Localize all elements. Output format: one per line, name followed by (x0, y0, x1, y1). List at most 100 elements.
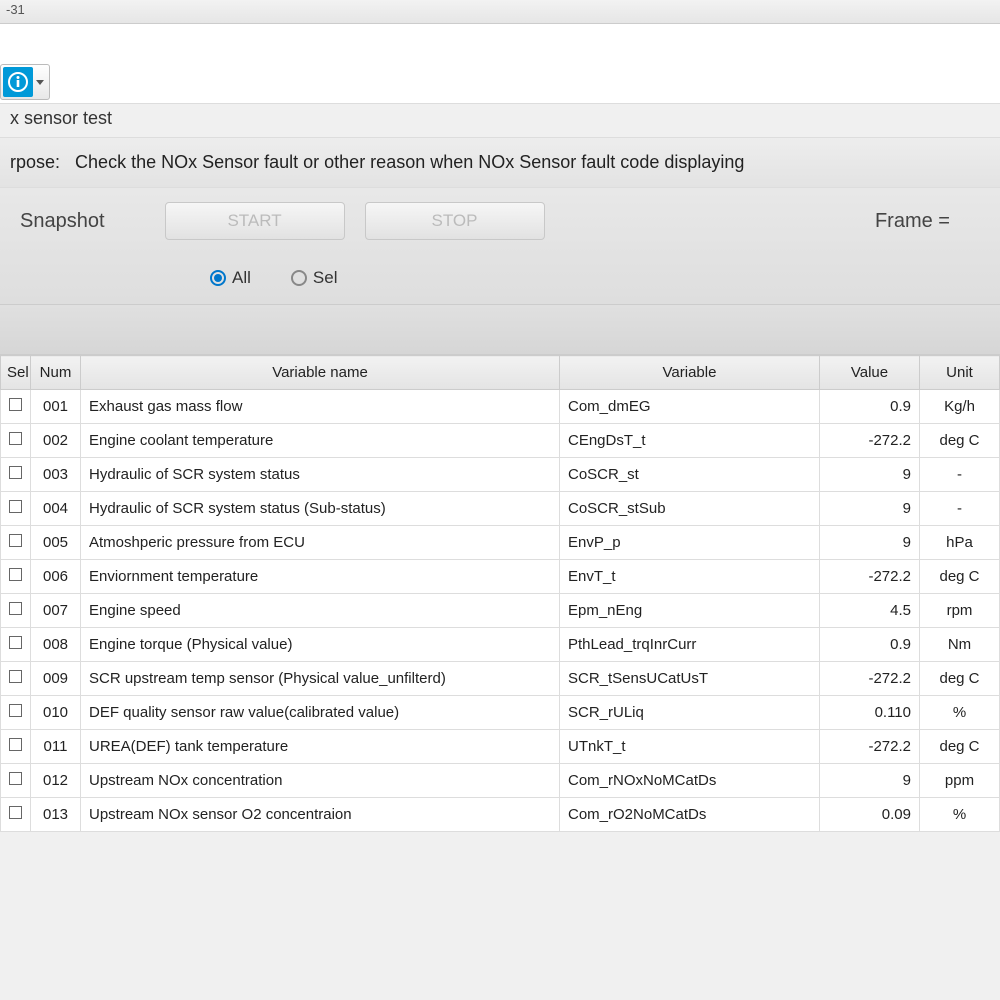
cell-num: 013 (31, 798, 81, 832)
cell-name: Engine torque (Physical value) (81, 628, 560, 662)
radio-all[interactable]: All (210, 268, 251, 288)
radio-group: All Sel (20, 260, 980, 294)
cell-unit: ppm (920, 764, 1000, 798)
cell-name: UREA(DEF) tank temperature (81, 730, 560, 764)
purpose-text: Check the NOx Sensor fault or other reas… (75, 152, 744, 172)
control-row: Snapshot START STOP Frame = All Sel (0, 188, 1000, 305)
header-unit[interactable]: Unit (920, 356, 1000, 390)
cell-var: Com_rO2NoMCatDs (560, 798, 820, 832)
row-checkbox[interactable] (9, 568, 22, 581)
header-var[interactable]: Variable (560, 356, 820, 390)
row-checkbox[interactable] (9, 602, 22, 615)
cell-num: 008 (31, 628, 81, 662)
cell-unit: % (920, 798, 1000, 832)
cell-val: -272.2 (820, 730, 920, 764)
cell-val: 0.9 (820, 390, 920, 424)
variable-table: Sel Num Variable name Variable Value Uni… (0, 355, 1000, 832)
cell-unit: deg C (920, 730, 1000, 764)
stop-button[interactable]: STOP (365, 202, 545, 240)
table-row[interactable]: 010DEF quality sensor raw value(calibrat… (1, 696, 1000, 730)
row-checkbox[interactable] (9, 772, 22, 785)
row-checkbox[interactable] (9, 466, 22, 479)
table-row[interactable]: 013Upstream NOx sensor O2 concentraionCo… (1, 798, 1000, 832)
cell-num: 011 (31, 730, 81, 764)
toolbar (0, 24, 1000, 104)
cell-num: 010 (31, 696, 81, 730)
row-checkbox[interactable] (9, 534, 22, 547)
cell-val: -272.2 (820, 424, 920, 458)
cell-var: SCR_rULiq (560, 696, 820, 730)
cell-unit: deg C (920, 662, 1000, 696)
cell-var: CoSCR_stSub (560, 492, 820, 526)
table-row[interactable]: 001Exhaust gas mass flowCom_dmEG0.9Kg/h (1, 390, 1000, 424)
table-row[interactable]: 005Atmoshperic pressure from ECUEnvP_p9h… (1, 526, 1000, 560)
cell-name: Upstream NOx sensor O2 concentraion (81, 798, 560, 832)
cell-var: CoSCR_st (560, 458, 820, 492)
cell-num: 009 (31, 662, 81, 696)
cell-name: Exhaust gas mass flow (81, 390, 560, 424)
start-button[interactable]: START (165, 202, 345, 240)
window-title: -31 (6, 2, 25, 17)
cell-num: 007 (31, 594, 81, 628)
window-titlebar: -31 (0, 0, 1000, 24)
cell-var: PthLead_trqInrCurr (560, 628, 820, 662)
cell-var: EnvP_p (560, 526, 820, 560)
cell-var: CEngDsT_t (560, 424, 820, 458)
header-sel[interactable]: Sel (1, 356, 31, 390)
chevron-down-icon (36, 80, 44, 85)
cell-var: Com_dmEG (560, 390, 820, 424)
info-dropdown-button[interactable] (0, 64, 50, 100)
purpose-bar: rpose: Check the NOx Sensor fault or oth… (0, 137, 1000, 188)
cell-unit: % (920, 696, 1000, 730)
cell-num: 003 (31, 458, 81, 492)
cell-var: SCR_tSensUCatUsT (560, 662, 820, 696)
cell-val: 0.09 (820, 798, 920, 832)
header-val[interactable]: Value (820, 356, 920, 390)
cell-name: Enviornment temperature (81, 560, 560, 594)
cell-unit: deg C (920, 424, 1000, 458)
table-row[interactable]: 008Engine torque (Physical value)PthLead… (1, 628, 1000, 662)
table-row[interactable]: 002Engine coolant temperatureCEngDsT_t-2… (1, 424, 1000, 458)
row-checkbox[interactable] (9, 636, 22, 649)
row-checkbox[interactable] (9, 806, 22, 819)
header-name[interactable]: Variable name (81, 356, 560, 390)
cell-var: UTnkT_t (560, 730, 820, 764)
table-row[interactable]: 007Engine speedEpm_nEng4.5rpm (1, 594, 1000, 628)
table-row[interactable]: 009SCR upstream temp sensor (Physical va… (1, 662, 1000, 696)
cell-name: Atmoshperic pressure from ECU (81, 526, 560, 560)
cell-val: 9 (820, 458, 920, 492)
frame-label: Frame = (875, 210, 980, 233)
cell-val: 9 (820, 526, 920, 560)
cell-name: Upstream NOx concentration (81, 764, 560, 798)
table-row[interactable]: 011UREA(DEF) tank temperatureUTnkT_t-272… (1, 730, 1000, 764)
table-row[interactable]: 012Upstream NOx concentrationCom_rNOxNoM… (1, 764, 1000, 798)
row-checkbox[interactable] (9, 432, 22, 445)
radio-icon (291, 270, 307, 286)
table-row[interactable]: 003Hydraulic of SCR system statusCoSCR_s… (1, 458, 1000, 492)
cell-unit: rpm (920, 594, 1000, 628)
cell-val: 9 (820, 492, 920, 526)
radio-sel[interactable]: Sel (291, 268, 338, 288)
row-checkbox[interactable] (9, 398, 22, 411)
cell-name: DEF quality sensor raw value(calibrated … (81, 696, 560, 730)
snapshot-label: Snapshot (20, 210, 105, 233)
cell-val: 4.5 (820, 594, 920, 628)
cell-num: 005 (31, 526, 81, 560)
row-checkbox[interactable] (9, 738, 22, 751)
header-num[interactable]: Num (31, 356, 81, 390)
cell-unit: hPa (920, 526, 1000, 560)
table-header-row: Sel Num Variable name Variable Value Uni… (1, 356, 1000, 390)
cell-name: SCR upstream temp sensor (Physical value… (81, 662, 560, 696)
spacer (0, 305, 1000, 355)
cell-unit: - (920, 492, 1000, 526)
cell-val: 0.9 (820, 628, 920, 662)
cell-num: 002 (31, 424, 81, 458)
cell-unit: Nm (920, 628, 1000, 662)
cell-name: Engine coolant temperature (81, 424, 560, 458)
table-row[interactable]: 006Enviornment temperatureEnvT_t-272.2de… (1, 560, 1000, 594)
row-checkbox[interactable] (9, 670, 22, 683)
table-row[interactable]: 004Hydraulic of SCR system status (Sub-s… (1, 492, 1000, 526)
cell-val: -272.2 (820, 560, 920, 594)
row-checkbox[interactable] (9, 500, 22, 513)
row-checkbox[interactable] (9, 704, 22, 717)
